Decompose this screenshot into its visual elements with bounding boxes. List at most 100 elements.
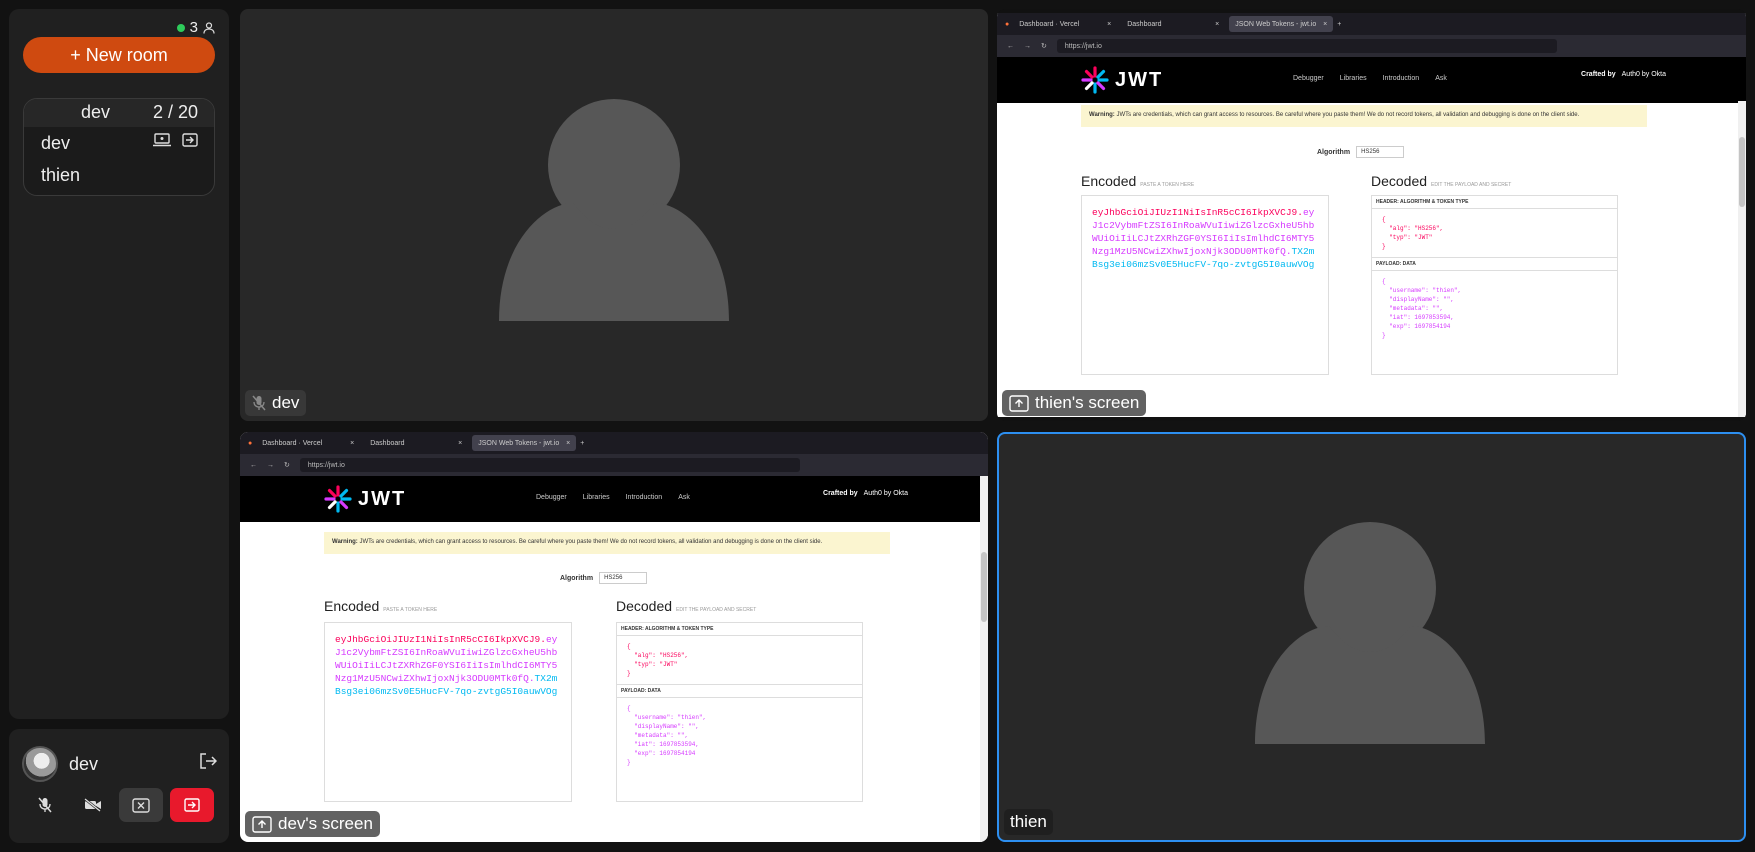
browser-tab[interactable]: Dashboard × xyxy=(364,435,468,451)
new-tab-icon[interactable]: + xyxy=(580,440,584,447)
nav-libraries: Libraries xyxy=(1339,75,1367,82)
stop-screen-share-icon xyxy=(132,797,150,813)
jwt-wordmark: JWT xyxy=(1115,68,1164,91)
crafted-by: Crafted by Auth0 by Okta xyxy=(1581,71,1666,78)
screen-share-icon[interactable] xyxy=(153,133,171,147)
room-card[interactable]: dev 2 / 20 dev thien xyxy=(23,98,215,196)
forward-icon[interactable]: → xyxy=(267,462,274,469)
close-icon[interactable]: × xyxy=(566,440,570,447)
algorithm-label: Algorithm xyxy=(1317,148,1351,156)
participant-name: thien xyxy=(1010,812,1047,831)
algorithm-label: Algorithm xyxy=(560,574,594,582)
header-label: HEADER: ALGORITHM & TOKEN TYPE xyxy=(617,623,862,636)
algorithm-select: Algorithm HS256 xyxy=(560,572,648,584)
close-icon[interactable]: × xyxy=(1323,21,1327,28)
stop-share-button[interactable] xyxy=(119,788,163,822)
decoded-title: Decoded EDIT THE PAYLOAD AND SECRET xyxy=(616,598,756,614)
url-input[interactable]: https://jwt.io xyxy=(1056,39,1557,53)
sidebar: 3 + New room dev 2 / 20 dev thien xyxy=(9,9,229,719)
forward-icon[interactable]: → xyxy=(1024,43,1031,50)
close-icon[interactable]: × xyxy=(1215,21,1219,28)
url-text: https://jwt.io xyxy=(307,461,345,469)
reload-icon[interactable]: ↻ xyxy=(284,461,290,469)
tab-title: Dashboard xyxy=(1127,20,1162,28)
mic-off-icon xyxy=(38,797,52,813)
leave-room-button[interactable] xyxy=(170,788,214,822)
back-icon[interactable]: ← xyxy=(1007,43,1014,50)
header-json: { "alg": "HS256", "typ": "JWT" } xyxy=(627,643,689,677)
browser-tabs: ● Dashboard · Vercel × Dashboard × JSON We… xyxy=(997,13,1746,35)
crafted-by: Crafted by Auth0 by Okta xyxy=(823,490,908,497)
crafted-by-text: Crafted by xyxy=(823,490,858,497)
participant-label: dev's screen xyxy=(245,811,380,837)
browser-urlbar: ← → ↻ https://jwt.io xyxy=(240,454,988,476)
avatar xyxy=(22,746,58,782)
tab-title: Dashboard · Vercel xyxy=(262,439,323,447)
tab-title: Dashboard xyxy=(370,439,405,447)
screen-share-icon xyxy=(1009,394,1029,412)
firefox-icon: ● xyxy=(1005,20,1010,28)
payload-label: PAYLOAD: DATA xyxy=(617,684,862,698)
page-scrollbar[interactable] xyxy=(1738,101,1746,417)
jwt-header: JWT Debugger Libraries Introduction Ask … xyxy=(997,57,1746,103)
encoded-hint: PASTE A TOKEN HERE xyxy=(1140,182,1195,188)
browser-tabs: ● Dashboard · Vercel × Dashboard × JSON We… xyxy=(240,432,988,454)
camera-off-icon xyxy=(84,798,101,812)
user-icon xyxy=(203,21,215,34)
camera-button[interactable] xyxy=(71,788,115,822)
participant-label: thien's screen xyxy=(1002,390,1147,416)
screen-tile-dev[interactable]: ● Dashboard · Vercel × Dashboard × JSON We… xyxy=(240,432,988,842)
logout-icon[interactable] xyxy=(199,753,217,769)
online-count-value: 3 xyxy=(189,19,198,36)
jwt-logo-icon xyxy=(1081,66,1109,94)
tab-title: JSON Web Tokens - jwt.io xyxy=(478,439,560,447)
crafted-by-text: Crafted by xyxy=(1581,71,1616,78)
video-tile-dev[interactable]: dev xyxy=(240,9,988,421)
new-room-button[interactable]: + New room xyxy=(23,37,215,73)
browser-tab-active[interactable]: JSON Web Tokens - jwt.io × xyxy=(472,435,577,451)
nav-debugger: Debugger xyxy=(536,494,567,501)
reload-icon[interactable]: ↻ xyxy=(1041,42,1047,50)
shared-browser: ● Dashboard · Vercel × Dashboard × JSON We… xyxy=(240,432,988,842)
browser-tab-active[interactable]: JSON Web Tokens - jwt.io × xyxy=(1229,16,1334,32)
jwt-nav: Debugger Libraries Introduction Ask xyxy=(1293,75,1447,82)
participant-name: thien's screen xyxy=(1035,393,1140,412)
room-name: dev xyxy=(81,102,111,122)
jwt-logo: JWT xyxy=(1081,66,1163,94)
decoded-title-text: Decoded xyxy=(616,598,673,614)
close-icon[interactable]: × xyxy=(350,440,354,447)
page-scrollbar[interactable] xyxy=(980,476,988,842)
new-tab-icon[interactable]: + xyxy=(1337,21,1341,28)
encoded-title-text: Encoded xyxy=(1081,173,1137,189)
decoded-hint: EDIT THE PAYLOAD AND SECRET xyxy=(1431,182,1512,188)
browser-tab[interactable]: Dashboard · Vercel × xyxy=(256,435,360,451)
participant-label: thien xyxy=(1004,809,1053,835)
video-tile-thien[interactable]: thien xyxy=(997,432,1746,842)
participant-name: dev's screen xyxy=(278,814,373,833)
tab-title: Dashboard · Vercel xyxy=(1019,20,1080,28)
warning-banner: Warning: JWTs are credentials, which can… xyxy=(1081,105,1647,127)
encoded-token: eyJhbGciOiJIUzI1NiIsInR5cCI6IkpXVCJ9.eyJ… xyxy=(1081,195,1329,375)
algorithm-value: HS256 xyxy=(1356,146,1405,158)
payload-label: PAYLOAD: DATA xyxy=(1372,257,1617,271)
browser-tab[interactable]: Dashboard × xyxy=(1121,16,1225,32)
browser-tab[interactable]: Dashboard · Vercel × xyxy=(1013,16,1117,32)
warning-text: JWTs are credentials, which can grant ac… xyxy=(359,539,823,545)
firefox-icon: ● xyxy=(248,439,253,447)
close-icon[interactable]: × xyxy=(1107,21,1111,28)
screen-tile-thien[interactable]: ● Dashboard · Vercel × Dashboard × JSON We… xyxy=(997,9,1746,421)
screen-share-icon xyxy=(252,815,272,833)
avatar-placeholder-icon xyxy=(499,99,729,321)
close-icon[interactable]: × xyxy=(458,440,462,447)
nav-ask: Ask xyxy=(678,494,690,501)
jwt-logo-icon xyxy=(324,485,352,513)
avatar-placeholder-icon xyxy=(1255,522,1485,744)
join-icon[interactable] xyxy=(182,133,198,147)
leave-icon xyxy=(184,798,200,812)
nav-debugger: Debugger xyxy=(1293,75,1324,82)
shared-browser: ● Dashboard · Vercel × Dashboard × JSON We… xyxy=(997,13,1746,417)
back-icon[interactable]: ← xyxy=(250,462,257,469)
url-input[interactable]: https://jwt.io xyxy=(299,458,800,472)
mute-button[interactable] xyxy=(23,788,67,822)
encoded-token: eyJhbGciOiJIUzI1NiIsInR5cCI6IkpXVCJ9.eyJ… xyxy=(324,622,572,802)
